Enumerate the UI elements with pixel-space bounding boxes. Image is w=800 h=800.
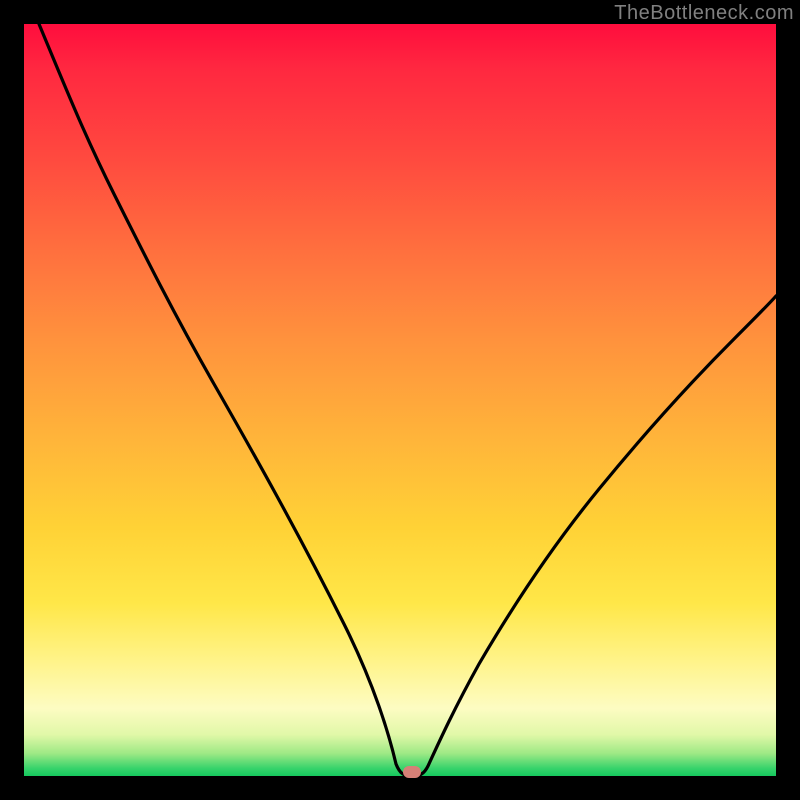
- chart-stage: TheBottleneck.com: [0, 0, 800, 800]
- watermark-label: TheBottleneck.com: [614, 2, 794, 25]
- curve-path: [39, 24, 776, 776]
- optimal-marker: [403, 766, 421, 778]
- plot-area: [24, 24, 776, 776]
- bottleneck-curve: [24, 24, 776, 776]
